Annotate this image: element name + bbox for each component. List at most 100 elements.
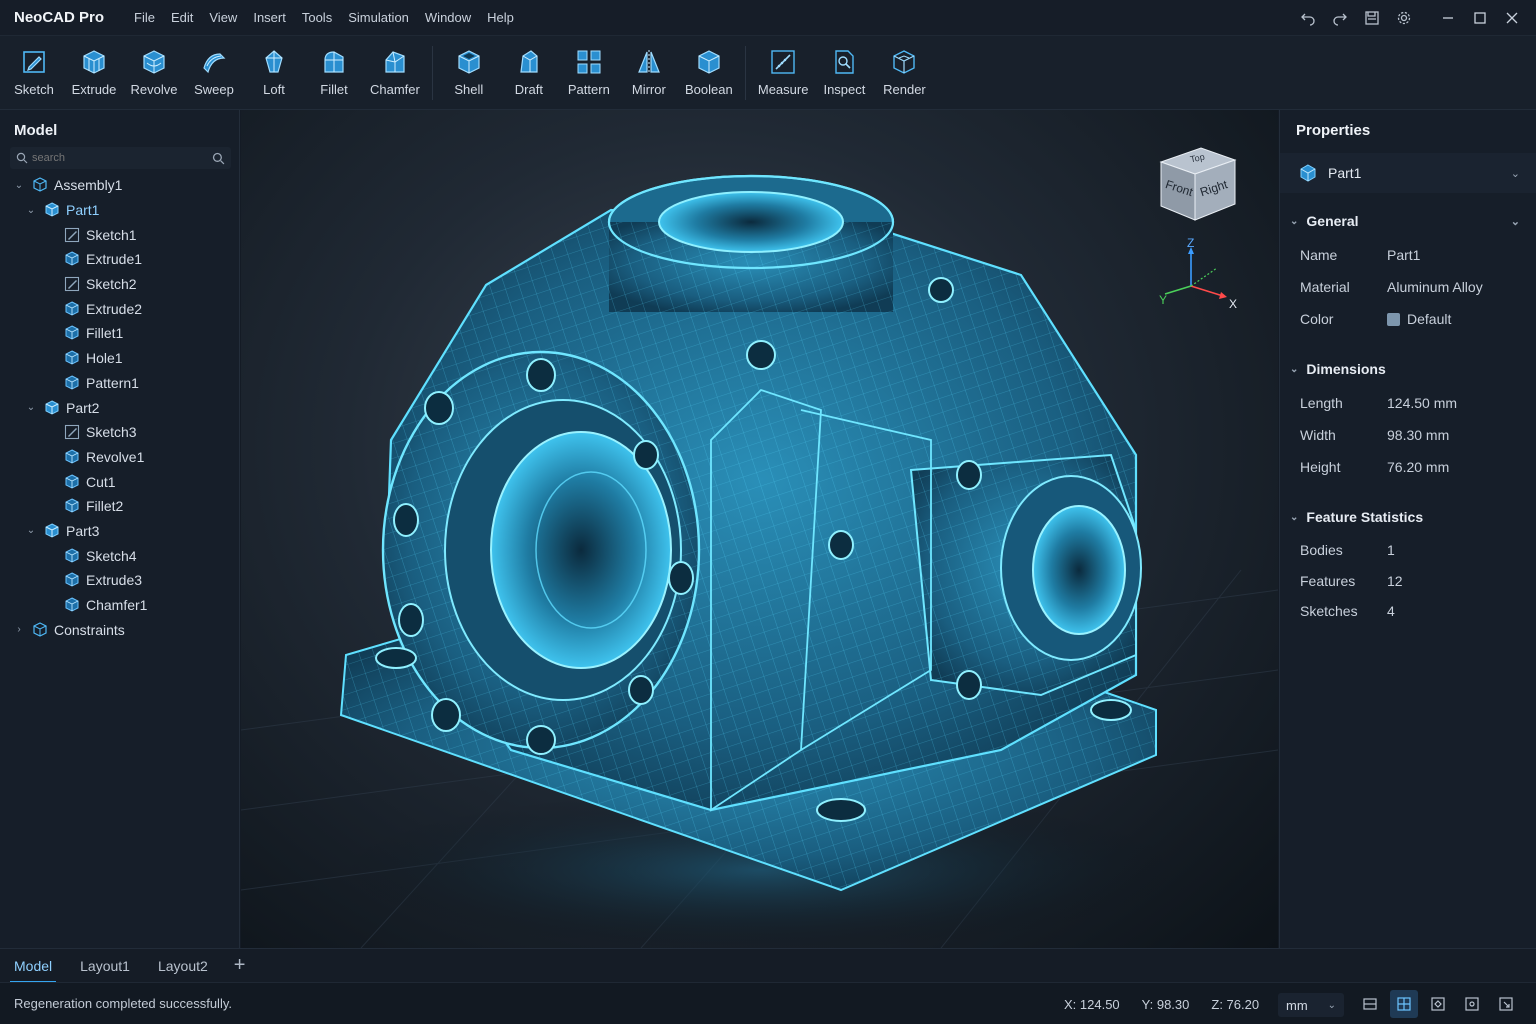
tree-item-pattern1[interactable]: Pattern1: [0, 371, 239, 396]
chevron-down-icon[interactable]: ⌄: [24, 402, 38, 413]
chevron-down-icon: ⌄: [1327, 999, 1336, 1011]
tree-item-sketch4[interactable]: Sketch4: [0, 543, 239, 568]
inspect-tool-button[interactable]: Inspect: [814, 38, 874, 108]
chevron-down-icon[interactable]: ⌄: [24, 525, 38, 536]
tree-item-part1[interactable]: ⌄ Part1: [0, 198, 239, 223]
extrude-icon: [83, 50, 105, 74]
sweep-icon: [203, 53, 226, 74]
feature-icon: [65, 449, 79, 464]
search-icon[interactable]: [212, 152, 225, 165]
shell-tool-button[interactable]: Shell: [439, 38, 499, 108]
part-selector[interactable]: Part1 ⌄: [1280, 153, 1536, 193]
chevron-down-icon[interactable]: ⌄: [12, 180, 26, 191]
prop-key: Width: [1300, 427, 1336, 443]
tree-item-revolve1[interactable]: Revolve1: [0, 445, 239, 470]
sweep-tool-button[interactable]: Sweep: [184, 38, 244, 108]
boolean-icon: [698, 50, 720, 74]
minimize-icon[interactable]: [1432, 0, 1464, 36]
tree-item-cut1[interactable]: Cut1: [0, 469, 239, 494]
menu-tools[interactable]: Tools: [294, 0, 340, 36]
save-icon[interactable]: [1356, 0, 1388, 36]
settings-icon[interactable]: [1388, 0, 1420, 36]
wireframe-view-button[interactable]: [1458, 990, 1486, 1018]
chevron-down-icon: ⌄: [1290, 511, 1299, 523]
maximize-icon[interactable]: [1464, 0, 1496, 36]
shaded-view-button[interactable]: [1424, 990, 1452, 1018]
menu-help[interactable]: Help: [479, 0, 522, 36]
tree-item-sketch2[interactable]: Sketch2: [0, 272, 239, 297]
extrude-tool-button[interactable]: Extrude: [64, 38, 124, 108]
prop-value: 12: [1387, 572, 1403, 589]
menu-view[interactable]: View: [201, 0, 245, 36]
color-value[interactable]: Default: [1387, 311, 1451, 327]
view-cube[interactable]: Top Front Right: [1153, 140, 1243, 230]
tree-item-label: Sketch2: [86, 276, 137, 293]
feature-icon: [65, 548, 79, 563]
fit-view-button[interactable]: [1492, 990, 1520, 1018]
tab-layout1[interactable]: Layout1: [66, 949, 144, 983]
tree-item-hole1[interactable]: Hole1: [0, 346, 239, 371]
pattern-icon: [577, 50, 601, 74]
mirror-tool-button[interactable]: Mirror: [619, 38, 679, 108]
render-tool-button[interactable]: Render: [874, 38, 934, 108]
tree-item-constraints[interactable]: › Constraints: [0, 617, 239, 642]
draft-tool-button[interactable]: Draft: [499, 38, 559, 108]
coord-x: X: 124.50: [1064, 996, 1120, 1012]
chamfer-tool-button[interactable]: Chamfer: [364, 38, 426, 108]
section-feature-statistics[interactable]: ⌄ Feature Statistics: [1280, 499, 1536, 535]
constraints-icon: [33, 622, 47, 637]
single-view-button[interactable]: [1356, 990, 1384, 1018]
tab-model[interactable]: Model: [0, 949, 66, 983]
measure-tool-button[interactable]: Measure: [752, 38, 815, 108]
3d-viewport[interactable]: Top Front Right Z X Y: [241, 110, 1278, 948]
section-general[interactable]: ⌄ General ⌄: [1280, 203, 1536, 239]
menu-insert[interactable]: Insert: [245, 0, 294, 36]
color-swatch: [1387, 312, 1400, 326]
tab-layout2[interactable]: Layout2: [144, 949, 222, 983]
quad-view-button[interactable]: [1390, 990, 1418, 1018]
tree-item-extrude3[interactable]: Extrude3: [0, 568, 239, 593]
tree-item-assembly1[interactable]: ⌄ Assembly1: [0, 173, 239, 198]
unit-selector[interactable]: mm ⌄: [1278, 993, 1344, 1017]
prop-value[interactable]: 124.50 mm: [1387, 395, 1457, 411]
extrude-tool-label: Extrude: [71, 82, 117, 97]
menu-simulation[interactable]: Simulation: [340, 0, 417, 36]
tree-item-extrude2[interactable]: Extrude2: [0, 296, 239, 321]
chevron-down-icon[interactable]: ⌄: [24, 205, 38, 216]
revolve-tool-button[interactable]: Revolve: [124, 38, 184, 108]
add-tab-button[interactable]: +: [222, 954, 258, 977]
prop-value[interactable]: Part1: [1387, 247, 1420, 263]
draft-tool-label: Draft: [514, 82, 543, 97]
boolean-tool-button[interactable]: Boolean: [679, 38, 739, 108]
tree-item-sketch1[interactable]: Sketch1: [0, 222, 239, 247]
tree-item-part2[interactable]: ⌄ Part2: [0, 395, 239, 420]
redo-icon[interactable]: [1324, 0, 1356, 36]
tree-item-label: Cut1: [86, 473, 116, 490]
tree-item-extrude1[interactable]: Extrude1: [0, 247, 239, 272]
tree-item-fillet1[interactable]: Fillet1: [0, 321, 239, 346]
undo-icon[interactable]: [1292, 0, 1324, 36]
section-dimensions[interactable]: ⌄ Dimensions: [1280, 351, 1536, 387]
tree-item-fillet2[interactable]: Fillet2: [0, 494, 239, 519]
sketch-tool-button[interactable]: Sketch: [4, 38, 64, 108]
tree-item-label: Sketch1: [86, 226, 137, 243]
chevron-right-icon[interactable]: ›: [12, 624, 26, 635]
tree-search-input[interactable]: [32, 152, 212, 164]
close-icon[interactable]: [1496, 0, 1528, 36]
fillet-tool-button[interactable]: Fillet: [304, 38, 364, 108]
loft-tool-button[interactable]: Loft: [244, 38, 304, 108]
prop-value[interactable]: Aluminum Alloy: [1387, 279, 1483, 295]
prop-row-name: Name Part1: [1280, 239, 1536, 271]
render-icon: [893, 50, 916, 74]
menu-file[interactable]: File: [126, 0, 163, 36]
gearbox-housing-model[interactable]: [241, 110, 1278, 948]
loft-icon: [265, 50, 283, 73]
prop-value[interactable]: 98.30 mm: [1387, 427, 1449, 443]
tree-item-sketch3[interactable]: Sketch3: [0, 420, 239, 445]
tree-item-part3[interactable]: ⌄ Part3: [0, 519, 239, 544]
pattern-tool-button[interactable]: Pattern: [559, 38, 619, 108]
menu-window[interactable]: Window: [417, 0, 479, 36]
tree-item-chamfer1[interactable]: Chamfer1: [0, 593, 239, 618]
prop-value[interactable]: 76.20 mm: [1387, 459, 1449, 475]
menu-edit[interactable]: Edit: [163, 0, 201, 36]
